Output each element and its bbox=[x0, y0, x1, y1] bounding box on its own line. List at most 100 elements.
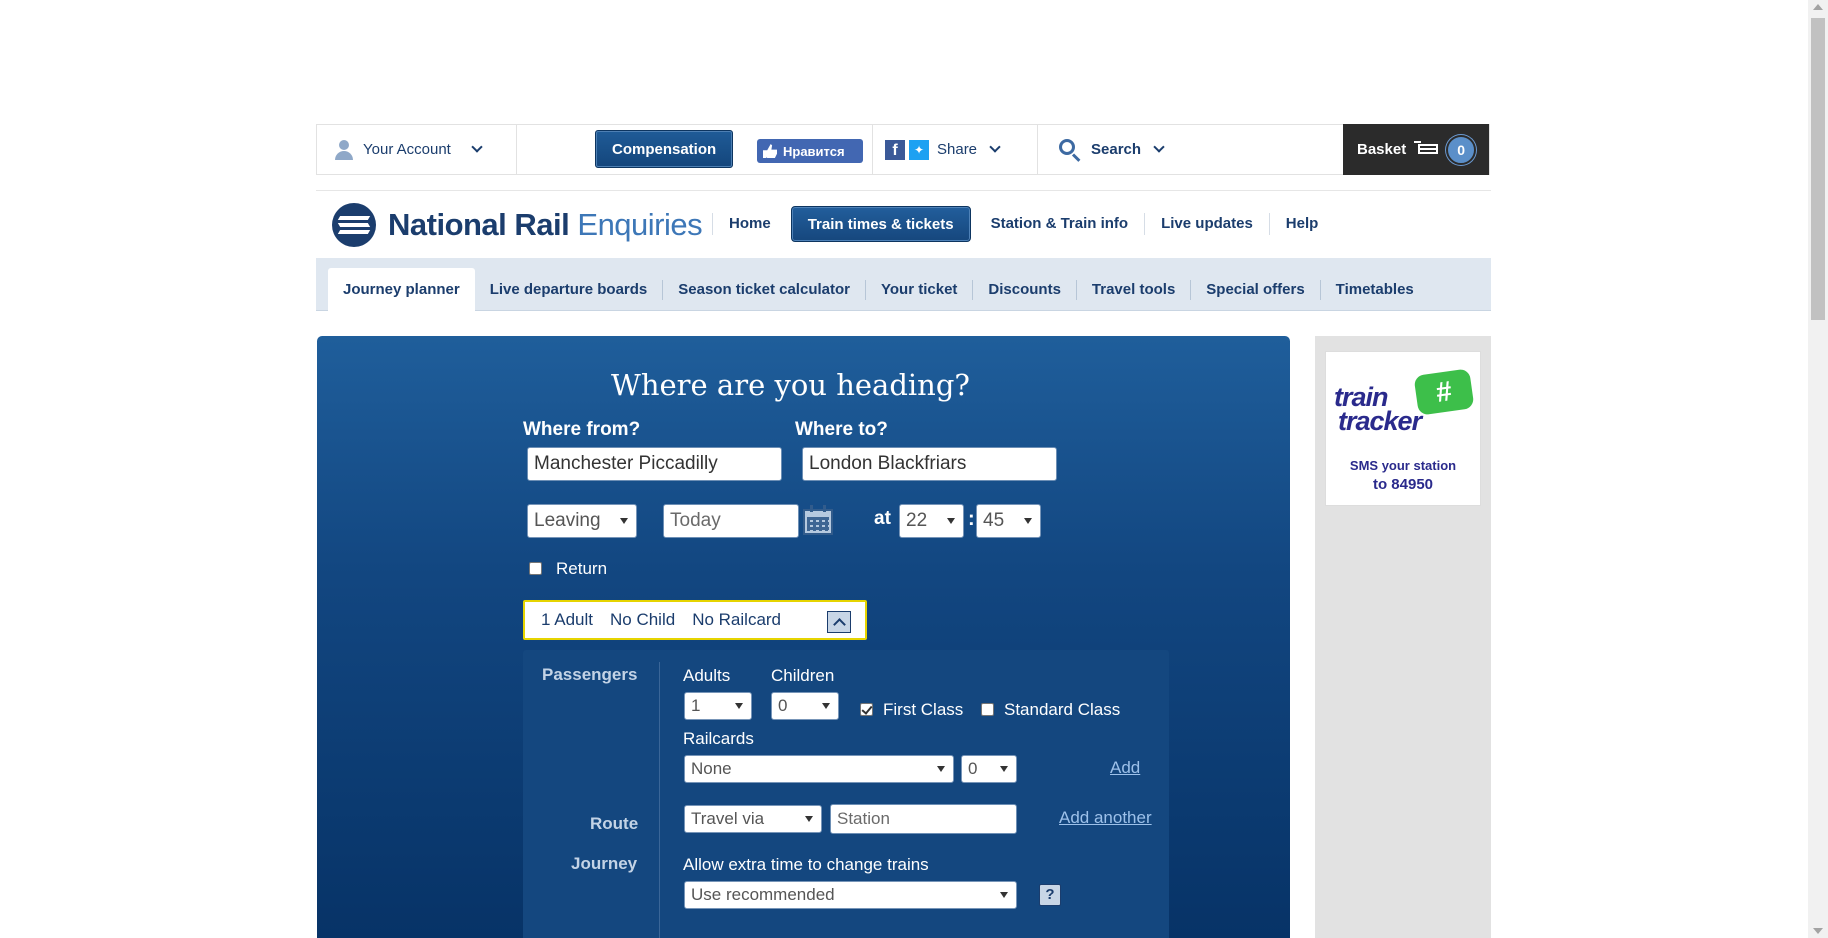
route-label: Route bbox=[590, 814, 639, 833]
tab-travel-tools[interactable]: Travel tools bbox=[1075, 280, 1190, 300]
travel-via-select[interactable]: Travel via bbox=[684, 805, 822, 833]
nav-live-updates[interactable]: Live updates bbox=[1144, 213, 1269, 235]
time-separator: : bbox=[968, 508, 975, 530]
tab-season-ticket-calculator[interactable]: Season ticket calculator bbox=[662, 280, 865, 300]
return-label: Return bbox=[556, 559, 608, 578]
adults-select[interactable]: 1 bbox=[684, 692, 752, 720]
scrollbar-thumb[interactable] bbox=[1811, 18, 1825, 320]
sub-nav: Journey planner Live departure boards Se… bbox=[316, 258, 1491, 311]
basket-label: Basket bbox=[1357, 141, 1407, 158]
facebook-like-button[interactable]: Нравится bbox=[757, 139, 863, 163]
minute-select[interactable]: 45 bbox=[976, 504, 1041, 538]
ad-sms-line2: to 84950 bbox=[1372, 476, 1434, 493]
tab-your-ticket[interactable]: Your ticket bbox=[865, 280, 972, 300]
first-class-checkbox[interactable] bbox=[860, 703, 873, 716]
children-select[interactable]: 0 bbox=[771, 692, 839, 720]
share-menu[interactable]: f ✦ Share bbox=[872, 125, 1038, 174]
logo-word-enquiries: Enquiries bbox=[577, 207, 703, 242]
journey-label: Journey bbox=[571, 854, 638, 873]
search-icon bbox=[1059, 138, 1081, 162]
add-another-link[interactable]: Add another bbox=[1059, 808, 1152, 828]
calendar-icon[interactable] bbox=[803, 505, 833, 535]
railcard-count-value: 0 bbox=[968, 759, 978, 778]
national-rail-logo[interactable]: National Rail Enquiries bbox=[332, 203, 703, 247]
ad-sms-line1: SMS your station bbox=[1349, 458, 1457, 473]
return-checkbox[interactable] bbox=[529, 562, 542, 575]
search-label: Search bbox=[1091, 141, 1142, 158]
twitter-icon: ✦ bbox=[909, 139, 929, 160]
cart-icon bbox=[1414, 140, 1440, 159]
hour-value: 22 bbox=[906, 510, 928, 531]
compensation-button[interactable]: Compensation bbox=[595, 130, 734, 168]
tab-live-departure-boards[interactable]: Live departure boards bbox=[475, 280, 663, 300]
add-railcard-link[interactable]: Add bbox=[1110, 758, 1140, 778]
at-label: at bbox=[874, 508, 891, 529]
main-header: National Rail Enquiries Home Train times… bbox=[316, 190, 1491, 258]
logo-wordmark: National Rail Enquiries bbox=[388, 207, 703, 243]
nav-train-times-tickets[interactable]: Train times & tickets bbox=[790, 206, 971, 242]
page-scrollbar[interactable] bbox=[1808, 0, 1828, 938]
chevron-down-icon bbox=[1153, 141, 1165, 153]
account-label: Your Account bbox=[363, 141, 451, 158]
tab-journey-planner[interactable]: Journey planner bbox=[328, 268, 475, 311]
nav-help[interactable]: Help bbox=[1268, 213, 1335, 235]
share-label: Share bbox=[937, 141, 978, 158]
railcard-summary: No Railcard bbox=[692, 610, 782, 629]
passenger-summary-toggle[interactable]: 1 Adult No Child No Railcard bbox=[523, 600, 867, 640]
railcards-label: Railcards bbox=[683, 729, 754, 748]
traintracker-ad[interactable]: # train tracker SMS your station to 8495… bbox=[1325, 351, 1481, 506]
via-station-input[interactable]: Station bbox=[830, 804, 1017, 834]
first-class-label: First Class bbox=[883, 700, 964, 719]
logo-word-national-rail: National Rail bbox=[388, 207, 570, 242]
planner-heading: Where are you heading? bbox=[611, 368, 970, 402]
tab-discounts[interactable]: Discounts bbox=[972, 280, 1076, 300]
extra-time-select[interactable]: Use recommended bbox=[684, 881, 1017, 909]
from-label: Where from? bbox=[523, 419, 641, 440]
children-summary: No Child bbox=[610, 610, 676, 629]
search-menu[interactable]: Search bbox=[1039, 125, 1199, 174]
travel-via-value: Travel via bbox=[691, 809, 765, 828]
basket-button[interactable]: Basket 0 bbox=[1343, 124, 1489, 175]
nav-station-train-info[interactable]: Station & Train info bbox=[975, 213, 1145, 235]
options-divider bbox=[659, 662, 660, 938]
chevron-down-icon bbox=[471, 141, 483, 153]
tab-special-offers[interactable]: Special offers bbox=[1190, 280, 1319, 300]
scroll-up-arrow-icon[interactable] bbox=[1813, 4, 1823, 10]
tab-timetables[interactable]: Timetables bbox=[1319, 280, 1429, 300]
to-station-input[interactable]: London Blackfriars bbox=[802, 447, 1057, 481]
standard-class-checkbox[interactable] bbox=[981, 703, 994, 716]
leaving-arriving-select[interactable]: Leaving bbox=[527, 504, 637, 538]
leaving-select-value: Leaving bbox=[534, 510, 601, 531]
extra-time-value: Use recommended bbox=[691, 885, 835, 904]
date-input[interactable]: Today bbox=[663, 504, 799, 538]
user-icon bbox=[335, 139, 353, 160]
standard-class-label: Standard Class bbox=[1004, 700, 1121, 719]
passengers-label: Passengers bbox=[542, 665, 638, 684]
minute-value: 45 bbox=[983, 510, 1005, 531]
main-nav: Home Train times & tickets Station & Tra… bbox=[712, 206, 1334, 242]
ad-sms-text: SMS your station to 84950 bbox=[1326, 456, 1480, 494]
nav-home[interactable]: Home bbox=[712, 213, 787, 235]
railcard-select[interactable]: None bbox=[684, 755, 954, 783]
account-menu[interactable]: Your Account bbox=[317, 125, 517, 174]
hour-select[interactable]: 22 bbox=[899, 504, 964, 538]
railcard-count-select[interactable]: 0 bbox=[961, 755, 1017, 783]
ad-brand-tracker: tracker bbox=[1338, 406, 1422, 436]
extra-time-label: Allow extra time to change trains bbox=[683, 855, 929, 874]
children-label: Children bbox=[771, 666, 835, 685]
thumbs-up-icon bbox=[763, 144, 777, 158]
utility-bar: Your Account Compensation Нравится f ✦ S… bbox=[316, 124, 1490, 175]
adults-label: Adults bbox=[683, 666, 731, 685]
chevron-up-icon[interactable] bbox=[827, 611, 851, 633]
adults-select-value: 1 bbox=[691, 696, 701, 715]
hashtag-icon: # bbox=[1413, 368, 1475, 416]
right-sidebar: # train tracker SMS your station to 8495… bbox=[1315, 336, 1491, 938]
facebook-like-label: Нравится bbox=[783, 143, 845, 159]
scroll-down-arrow-icon[interactable] bbox=[1813, 928, 1823, 934]
children-select-value: 0 bbox=[778, 696, 788, 715]
from-station-input[interactable]: Manchester Piccadilly bbox=[527, 447, 782, 481]
to-label: Where to? bbox=[795, 419, 888, 440]
facebook-icon: f bbox=[885, 139, 905, 160]
chevron-down-icon bbox=[989, 141, 1001, 153]
help-icon[interactable]: ? bbox=[1039, 884, 1061, 906]
